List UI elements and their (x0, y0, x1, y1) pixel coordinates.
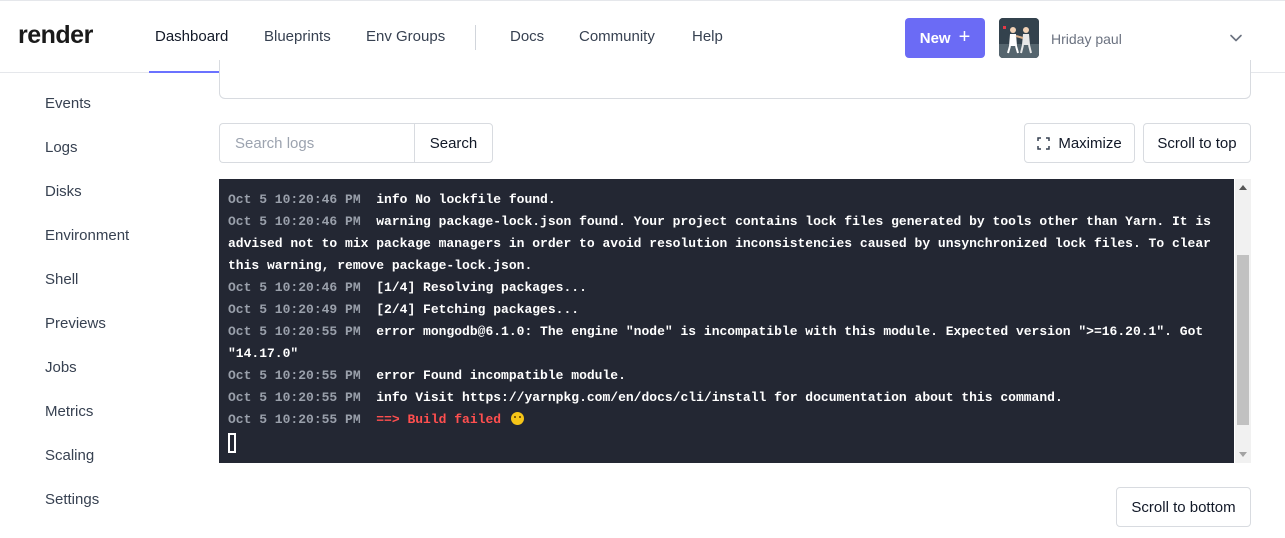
search-logs-input[interactable] (219, 123, 414, 163)
scrollbar-thumb[interactable] (1237, 254, 1249, 425)
log-message: warning package-lock.json found. Your pr… (228, 214, 1219, 273)
sidebar-item-scaling[interactable]: Scaling (45, 447, 94, 464)
log-message: error mongodb@6.1.0: The engine "node" i… (228, 324, 1211, 361)
nav-divider (475, 25, 476, 50)
sidebar-item-shell[interactable]: Shell (45, 271, 78, 288)
disappointed-face-icon (510, 412, 524, 425)
scroll-down-arrow-icon[interactable] (1239, 452, 1247, 457)
log-message: info Visit https://yarnpkg.com/en/docs/c… (376, 390, 1063, 405)
sidebar-item-disks[interactable]: Disks (45, 183, 82, 200)
log-timestamp: Oct 5 10:20:55 PM (228, 412, 361, 427)
log-message: ==> Build failed (376, 412, 502, 427)
nav-community[interactable]: Community (579, 28, 655, 45)
log-line: Oct 5 10:20:46 PM [1/4] Resolving packag… (228, 277, 1225, 299)
avatar-image (999, 18, 1039, 58)
plus-icon: + (958, 26, 971, 48)
log-timestamp: Oct 5 10:20:49 PM (228, 302, 361, 317)
sidebar-item-events[interactable]: Events (45, 95, 91, 112)
log-timestamp: Oct 5 10:20:46 PM (228, 214, 361, 229)
chevron-down-icon[interactable] (1227, 29, 1245, 47)
avatar[interactable] (999, 18, 1039, 58)
sidebar-item-environment[interactable]: Environment (45, 227, 129, 244)
log-message: info No lockfile found. (376, 192, 556, 207)
log-line: Oct 5 10:20:49 PM [2/4] Fetching package… (228, 299, 1225, 321)
log-message: error Found incompatible module. (376, 368, 626, 383)
search-button[interactable]: Search (414, 123, 493, 163)
sidebar-item-logs[interactable]: Logs (45, 139, 78, 156)
maximize-button[interactable]: Maximize (1024, 123, 1135, 163)
nav-env-groups[interactable]: Env Groups (366, 28, 445, 45)
sidebar-item-settings[interactable]: Settings (45, 491, 99, 508)
render-logo[interactable]: render (18, 21, 93, 50)
log-message: [1/4] Resolving packages... (376, 280, 587, 295)
nav-docs[interactable]: Docs (510, 28, 544, 45)
log-line: Oct 5 10:20:46 PM warning package-lock.j… (228, 211, 1225, 277)
log-line: Oct 5 10:20:55 PM error Found incompatib… (228, 365, 1225, 387)
nav-blueprints[interactable]: Blueprints (264, 28, 331, 45)
user-name[interactable]: Hriday paul (1051, 31, 1122, 47)
scroll-to-bottom-button[interactable]: Scroll to bottom (1116, 487, 1251, 527)
sidebar-item-previews[interactable]: Previews (45, 315, 106, 332)
log-line: Oct 5 10:20:55 PM error mongodb@6.1.0: T… (228, 321, 1225, 365)
log-timestamp: Oct 5 10:20:55 PM (228, 368, 361, 383)
scroll-to-top-button[interactable]: Scroll to top (1143, 123, 1251, 163)
new-button[interactable]: New + (905, 18, 985, 58)
scroll-up-arrow-icon[interactable] (1239, 185, 1247, 190)
log-line: Oct 5 10:20:46 PM info No lockfile found… (228, 189, 1225, 211)
log-search: Search (219, 123, 493, 163)
new-button-label: New (919, 29, 951, 47)
log-timestamp: Oct 5 10:20:55 PM (228, 390, 361, 405)
log-timestamp: Oct 5 10:20:46 PM (228, 192, 361, 207)
nav-dashboard[interactable]: Dashboard (155, 28, 228, 45)
log-line: Oct 5 10:20:55 PM ==> Build failed (228, 409, 1225, 431)
log-timestamp: Oct 5 10:20:55 PM (228, 324, 361, 339)
log-timestamp: Oct 5 10:20:46 PM (228, 280, 361, 295)
nav-help[interactable]: Help (692, 28, 723, 45)
log-terminal[interactable]: Oct 5 10:20:46 PM info No lockfile found… (219, 179, 1234, 463)
terminal-cursor (228, 433, 236, 453)
log-line: Oct 5 10:20:55 PM info Visit https://yar… (228, 387, 1225, 409)
sidebar-item-jobs[interactable]: Jobs (45, 359, 77, 376)
maximize-label: Maximize (1058, 134, 1122, 152)
previous-panel-bottom (219, 60, 1251, 99)
log-scrollbar[interactable] (1235, 179, 1251, 463)
maximize-icon (1037, 136, 1051, 150)
sidebar-item-metrics[interactable]: Metrics (45, 403, 93, 420)
log-message: [2/4] Fetching packages... (376, 302, 580, 317)
